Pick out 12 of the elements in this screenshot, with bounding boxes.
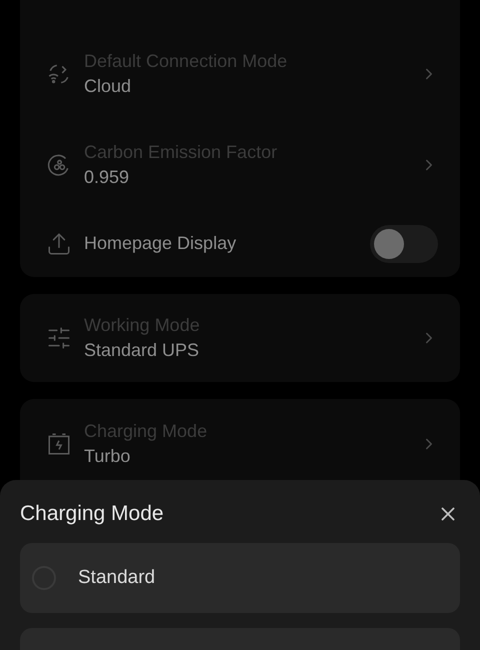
option-row[interactable]: Standard [20, 543, 460, 613]
option-label: Standard [78, 566, 156, 590]
setting-label: Homepage Display [84, 232, 238, 255]
battery-icon [46, 431, 72, 457]
sheet-title: Charging Mode [20, 501, 164, 528]
setting-value: Standard UPS [84, 339, 200, 362]
setting-value: Turbo [84, 445, 132, 468]
toggle-switch[interactable] [370, 224, 438, 262]
setting-value: 0.959 [84, 166, 130, 188]
upload-icon [46, 230, 72, 256]
setting-value: Cloud [84, 74, 132, 98]
sliders-icon [46, 325, 72, 351]
